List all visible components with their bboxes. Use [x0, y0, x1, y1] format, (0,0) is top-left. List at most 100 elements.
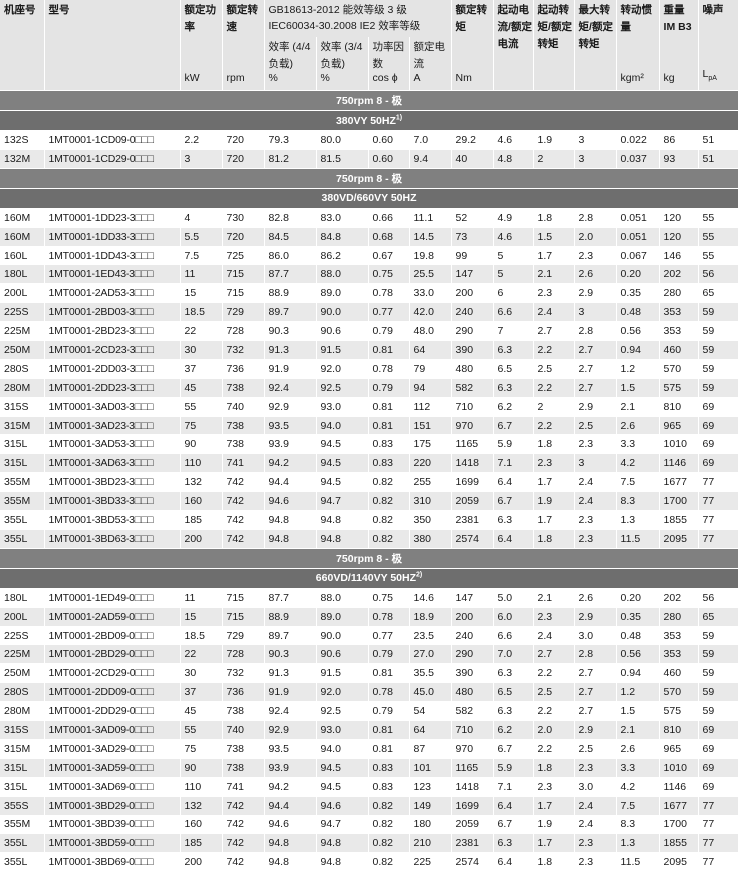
table-cell: 350	[408, 510, 452, 530]
table-cell: 27.0	[408, 644, 452, 664]
table-cell: 94.2	[263, 776, 316, 797]
model-cell: 1MT0001-1CD29-0□□□	[43, 148, 180, 169]
table-cell: 0.77	[367, 302, 409, 322]
footnote-marker: 2)	[416, 571, 423, 579]
table-cell: 810	[658, 396, 699, 417]
table-cell: 185	[179, 510, 222, 530]
table-cell: 5	[492, 264, 534, 284]
table-cell: 240	[450, 625, 494, 645]
table-cell: 91.3	[263, 340, 316, 360]
table-cell: 94.7	[315, 491, 368, 511]
table-cell: 715	[221, 587, 264, 608]
table-cell: 1010	[658, 434, 699, 454]
table-cell: 2.9	[573, 606, 617, 627]
table-cell: 93.5	[263, 738, 316, 759]
table-cell: 0.79	[367, 701, 409, 721]
table-cell: 225	[408, 852, 452, 872]
table-cell: 200	[179, 852, 222, 872]
table-cell: 2.8	[573, 644, 617, 664]
table-cell: 91.5	[315, 340, 368, 360]
table-cell: 720	[221, 148, 264, 169]
table-row: 315L 1MT0001-3AD69-0□□□ 110 741 94.2 94.5 0.83…	[0, 776, 738, 797]
table-cell: 2.4	[573, 472, 617, 492]
table-cell: 94.5	[315, 472, 368, 492]
table-cell: 1.8	[532, 757, 575, 778]
table-cell: 89.7	[263, 625, 316, 645]
table-cell: 54	[408, 701, 452, 721]
table-cell: 86.0	[263, 245, 316, 265]
table-cell: 390	[450, 663, 494, 683]
table-cell: 1010	[658, 757, 699, 778]
table-cell: 3.3	[615, 757, 660, 778]
table-cell: 69	[697, 776, 738, 797]
motor-spec-table: 机座号 型号 额定功率 kW 额定转速 rpm GB18613-2012 能效等级 …	[0, 0, 738, 872]
table-cell: 1.7	[532, 472, 575, 492]
table-cell: 0.81	[367, 663, 409, 683]
table-cell: 91.5	[315, 663, 368, 683]
table-row: 355L 1MT0001-3BD53-3□□□ 185 742 94.8 94.8 0.82…	[0, 510, 738, 530]
table-cell: 742	[221, 510, 264, 530]
table-cell: 355M	[0, 472, 44, 492]
table-cell: 0.78	[367, 358, 409, 379]
table-cell: 7.0	[492, 644, 534, 664]
table-cell: 2.7	[532, 644, 575, 664]
table-cell: 5.9	[492, 434, 534, 454]
table-cell: 91.3	[263, 663, 316, 683]
table-cell: 575	[658, 701, 699, 721]
table-cell: 69	[697, 720, 738, 740]
model-cell: 1MT0001-1DD43-3□□□	[43, 245, 180, 265]
table-cell: 290	[450, 321, 494, 341]
table-cell: 6.4	[492, 528, 534, 549]
table-cell: 69	[697, 434, 738, 454]
table-cell: 2.6	[573, 264, 617, 284]
table-cell: 710	[450, 396, 494, 417]
col-model-header: 型号	[43, 0, 180, 91]
table-cell: 93.9	[263, 757, 316, 778]
table-cell: 55	[179, 396, 222, 417]
table-cell: 2.5	[532, 358, 575, 379]
table-cell: 94.8	[315, 833, 368, 853]
table-cell: 90	[179, 434, 222, 454]
table-cell: 728	[221, 321, 264, 341]
table-cell: 380	[408, 528, 452, 549]
table-cell: 6.2	[492, 396, 534, 417]
table-cell: 3	[573, 130, 617, 150]
model-cell: 1MT0001-3AD63-3□□□	[43, 453, 180, 473]
table-cell: 90.6	[315, 644, 368, 664]
model-cell: 1MT0001-3AD59-0□□□	[43, 757, 180, 778]
table-cell: 742	[221, 852, 264, 872]
table-cell: 94.0	[315, 415, 368, 435]
table-cell: 1700	[658, 814, 699, 834]
table-cell: 35.5	[408, 663, 452, 683]
model-cell: 1MT0001-1DD33-3□□□	[43, 226, 180, 247]
table-cell: 160M	[0, 207, 44, 228]
table-cell: 1677	[658, 795, 699, 815]
model-cell: 1MT0001-2DD23-3□□□	[43, 377, 180, 398]
table-cell: 59	[697, 682, 738, 702]
table-cell: 2.8	[573, 321, 617, 341]
table-row: 315L 1MT0001-3AD63-3□□□ 110 741 94.2 94.5 0.83…	[0, 453, 738, 473]
table-cell: 2059	[450, 814, 494, 834]
table-cell: 2.3	[573, 852, 617, 872]
model-cell: 1MT0001-3AD03-3□□□	[43, 396, 180, 417]
table-cell: 280M	[0, 377, 44, 398]
table-cell: 91.9	[263, 358, 316, 379]
table-cell: 11	[179, 264, 222, 284]
table-cell: 2.8	[573, 207, 617, 228]
model-cell: 1MT0001-2BD03-3□□□	[43, 302, 180, 322]
table-cell: 2.4	[573, 814, 617, 834]
table-cell: 51	[697, 130, 738, 150]
table-cell: 0.067	[615, 245, 660, 265]
table-cell: 0.35	[615, 606, 660, 627]
table-row: 132M 1MT0001-1CD29-0□□□ 3 720 81.2 81.5 0.60 9.…	[0, 148, 738, 169]
table-cell: 82.8	[263, 207, 316, 228]
table-cell: 2381	[450, 510, 494, 530]
table-cell: 11.5	[615, 852, 660, 872]
table-cell: 77	[697, 795, 738, 815]
table-cell: 355L	[0, 528, 44, 549]
table-cell: 81.2	[263, 148, 316, 169]
table-cell: 2.5	[573, 738, 617, 759]
table-cell: 6.3	[492, 377, 534, 398]
table-cell: 94.2	[263, 453, 316, 473]
table-cell: 2.3	[573, 757, 617, 778]
